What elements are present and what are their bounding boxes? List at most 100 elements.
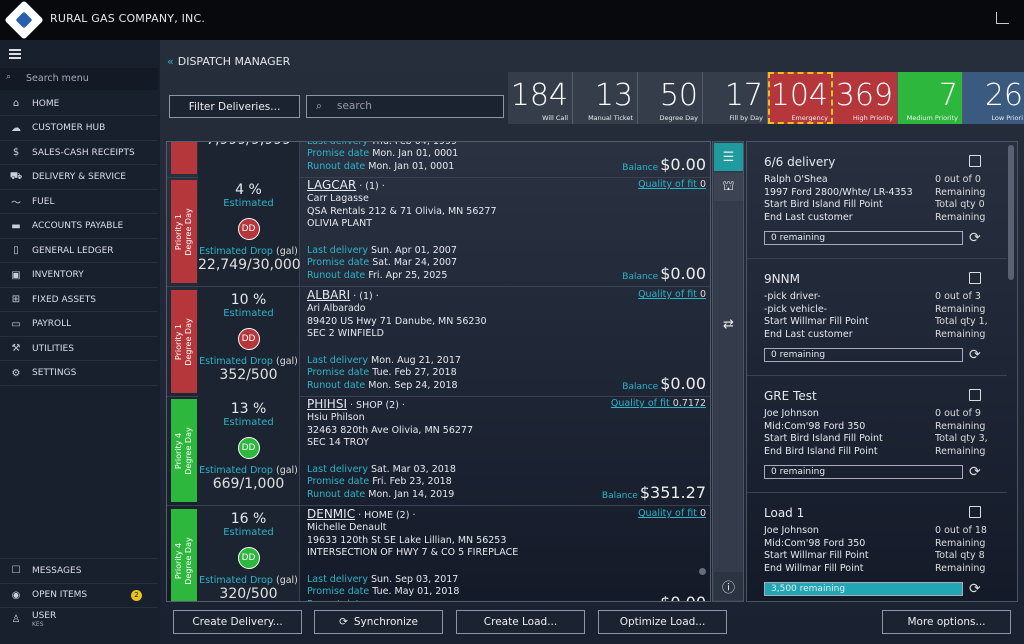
load-detail-line: End Bird Island Fill Point <box>764 445 878 457</box>
money-icon: ▭ <box>11 318 21 330</box>
customer-location: SEC 2 WINFIELD <box>307 327 384 339</box>
tile-emergency[interactable]: 104 Emergency <box>768 72 833 124</box>
tile-count: 184 <box>510 78 568 113</box>
load-card[interactable]: 6/6 delivery Ralph O'Shea 1997 Ford 2800/W… <box>747 142 1007 259</box>
optimize-load-button[interactable]: Optimize Load... <box>598 610 727 634</box>
load-card[interactable]: 9NNM -pick driver- -pick vehicle- Start Wil… <box>747 259 1007 376</box>
load-stat-line: Remaining <box>935 445 986 457</box>
quality-of-fit-link[interactable]: Quality of fit 0 <box>638 179 706 190</box>
tile-medium-priority[interactable]: 7 Medium Priority <box>898 72 963 124</box>
delivery-row[interactable]: Priority 4 Degree Day 16 % Estimated DD Esti… <box>167 506 710 601</box>
balance: Balance$0.00 <box>622 374 706 393</box>
sidebar-item-delivery-service[interactable]: ⛟ DELIVERY & SERVICE <box>0 166 158 190</box>
tile-manual-ticket[interactable]: 13 Manual Ticket <box>573 72 638 124</box>
tile-low-priori[interactable]: 26 Low Priori <box>963 72 1024 124</box>
sidebar-item-fuel[interactable]: 〜 FUEL <box>0 190 158 214</box>
degree-day-badge: DD <box>237 218 260 240</box>
sidebar-item-accounts-payable[interactable]: ▬ ACCOUNTS PAYABLE <box>0 215 158 239</box>
customer-code-link[interactable]: PHIHSI <box>307 397 347 411</box>
grid-icon: ⊞ <box>11 294 21 305</box>
delivery-row[interactable]: EstimatedDDEstimated Drop (gal)7,999/9,9… <box>167 142 710 178</box>
edit-icon[interactable] <box>969 506 981 518</box>
sidebar-item-label: INVENTORY <box>32 270 84 280</box>
create-delivery-button[interactable]: Create Delivery... <box>173 610 302 634</box>
sidebar-item-sales-cash-receipts[interactable]: $ SALES-CASH RECEIPTS <box>0 141 158 165</box>
customer-code-link[interactable]: DENMIC <box>307 507 355 521</box>
balance-value: $0.00 <box>660 264 706 283</box>
sidebar-item-settings[interactable]: ⚙ SETTINGS <box>0 362 158 386</box>
load-card[interactable]: GRE Test Joe Johnson Mid:Com'98 Ford 350 St… <box>747 376 1007 493</box>
search-menu-input[interactable]: ⌕ Search menu <box>0 68 158 90</box>
sidebar-item-messages[interactable]: ☐ MESSAGES <box>0 558 158 582</box>
customer-code-link[interactable]: ALBARI <box>307 288 350 302</box>
date-value: Sat. Mar 03, 2018 <box>371 464 456 476</box>
tile-fill-by-day[interactable]: 17 Fill by Day <box>703 72 768 124</box>
sidebar-item-utilities[interactable]: ⚒ UTILITIES <box>0 337 158 361</box>
delivery-row[interactable]: Priority 4 Degree Day 13 % Estimated DD Esti… <box>167 396 710 506</box>
quality-of-fit-link[interactable]: Quality of fit 0 <box>638 289 706 300</box>
gal-unit: (gal) <box>272 356 298 367</box>
edit-icon[interactable] <box>969 155 981 167</box>
customer-tank: · (1) · <box>350 291 379 302</box>
tile-degree-day[interactable]: 50 Degree Day <box>638 72 703 124</box>
load-detail-line: End Last customer <box>764 328 853 340</box>
estimated-drop-text: Estimated Drop <box>199 465 273 476</box>
sidebar-item-home[interactable]: ⌂ HOME <box>0 92 158 116</box>
quality-of-fit-link[interactable]: Quality of fit 0 <box>638 508 706 519</box>
sync-icon: ⟳ <box>339 616 348 628</box>
load-stat-line: 0 out of 9 <box>935 408 981 419</box>
refresh-icon[interactable]: ⟳ <box>969 347 981 363</box>
refresh-icon[interactable]: ⟳ <box>969 464 981 480</box>
date-label: Promise date <box>307 148 370 160</box>
date-value: Tue. May 01, 2018 <box>372 586 460 598</box>
quality-of-fit-link[interactable]: Quality of fit 0.7172 <box>611 398 706 409</box>
load-progress-label: 0 remaining <box>771 467 826 477</box>
create-load-button[interactable]: Create Load... <box>456 610 585 634</box>
page-title: «DISPATCH MANAGER <box>167 55 290 68</box>
map-view-button[interactable]: ⛫ <box>714 173 743 201</box>
sidebar-item-payroll[interactable]: ▭ PAYROLL <box>0 313 158 337</box>
sidebar-item-general-ledger[interactable]: ▯ GENERAL LEDGER <box>0 239 158 263</box>
balance-value: $351.27 <box>639 483 706 502</box>
sidebar-item-user[interactable]: ♙ USER KES <box>0 607 158 631</box>
sidebar-item-inventory[interactable]: ▣ INVENTORY <box>0 264 158 288</box>
map-pin-icon: ⛫ <box>722 178 735 194</box>
list-scroll-indicator[interactable] <box>699 568 706 575</box>
load-stat-line: Remaining <box>935 328 986 340</box>
delivery-details: DENMIC · HOME (2) · Michelle Denault 19633… <box>307 507 702 601</box>
date-runout: Runout date <box>307 599 459 601</box>
hammer-icon: ⚒ <box>11 343 21 354</box>
refresh-icon[interactable]: ⟳ <box>969 581 981 597</box>
synchronize-button[interactable]: ⟳ Synchronize <box>314 610 443 634</box>
tile-will-call[interactable]: 184 Will Call <box>508 72 573 124</box>
sidebar-item-customer-hub[interactable]: ☁ CUSTOMER HUB <box>0 117 158 141</box>
cloud-icon: ☁ <box>11 122 21 134</box>
delivery-row[interactable]: Priority 1 Degree Day 4 % Estimated DD Estim… <box>167 177 710 287</box>
tile-high-priority[interactable]: 369 High Priority <box>833 72 898 124</box>
sidebar-item-label: CUSTOMER HUB <box>32 123 106 133</box>
edit-icon[interactable] <box>969 272 981 284</box>
date-label: Runout date <box>307 379 366 391</box>
badge: 2 <box>131 589 142 601</box>
collapse-chevron-icon[interactable]: « <box>167 55 174 68</box>
info-button[interactable]: ⓘ <box>714 572 743 600</box>
refresh-icon[interactable]: ⟳ <box>969 230 981 246</box>
sidebar-item-open-items[interactable]: ◉ OPEN ITEMS 2 <box>0 582 158 607</box>
list-view-button[interactable]: ☰ <box>714 143 743 171</box>
edit-icon[interactable] <box>969 389 981 401</box>
search-input[interactable]: ⌕ search <box>306 95 504 118</box>
delivery-row[interactable]: Priority 1 Degree Day 10 % Estimated DD Esti… <box>167 287 710 397</box>
load-stat-line: Remaining <box>935 211 986 223</box>
popout-icon[interactable] <box>996 12 1009 24</box>
transfer-button[interactable]: ⇄ <box>714 310 743 338</box>
filter-deliveries-button[interactable]: Filter Deliveries... <box>169 95 300 118</box>
hamburger-menu-icon[interactable] <box>9 49 21 51</box>
sidebar-item-fixed-assets[interactable]: ⊞ FIXED ASSETS <box>0 288 158 312</box>
load-card[interactable]: Load 1 Joe Johnson Mid:Com'98 Ford 350 Star… <box>747 493 1007 601</box>
load-details: Joe Johnson Mid:Com'98 Ford 350 Start Will… <box>764 525 869 575</box>
more-options-button[interactable]: More options... <box>882 610 1011 634</box>
customer-code-link[interactable]: LAGCAR <box>307 178 356 192</box>
sidebar-item-text: OPEN ITEMS <box>32 590 87 600</box>
loads-scrollbar[interactable] <box>1008 145 1014 280</box>
sidebar-item-label: UTILITIES <box>32 343 74 354</box>
